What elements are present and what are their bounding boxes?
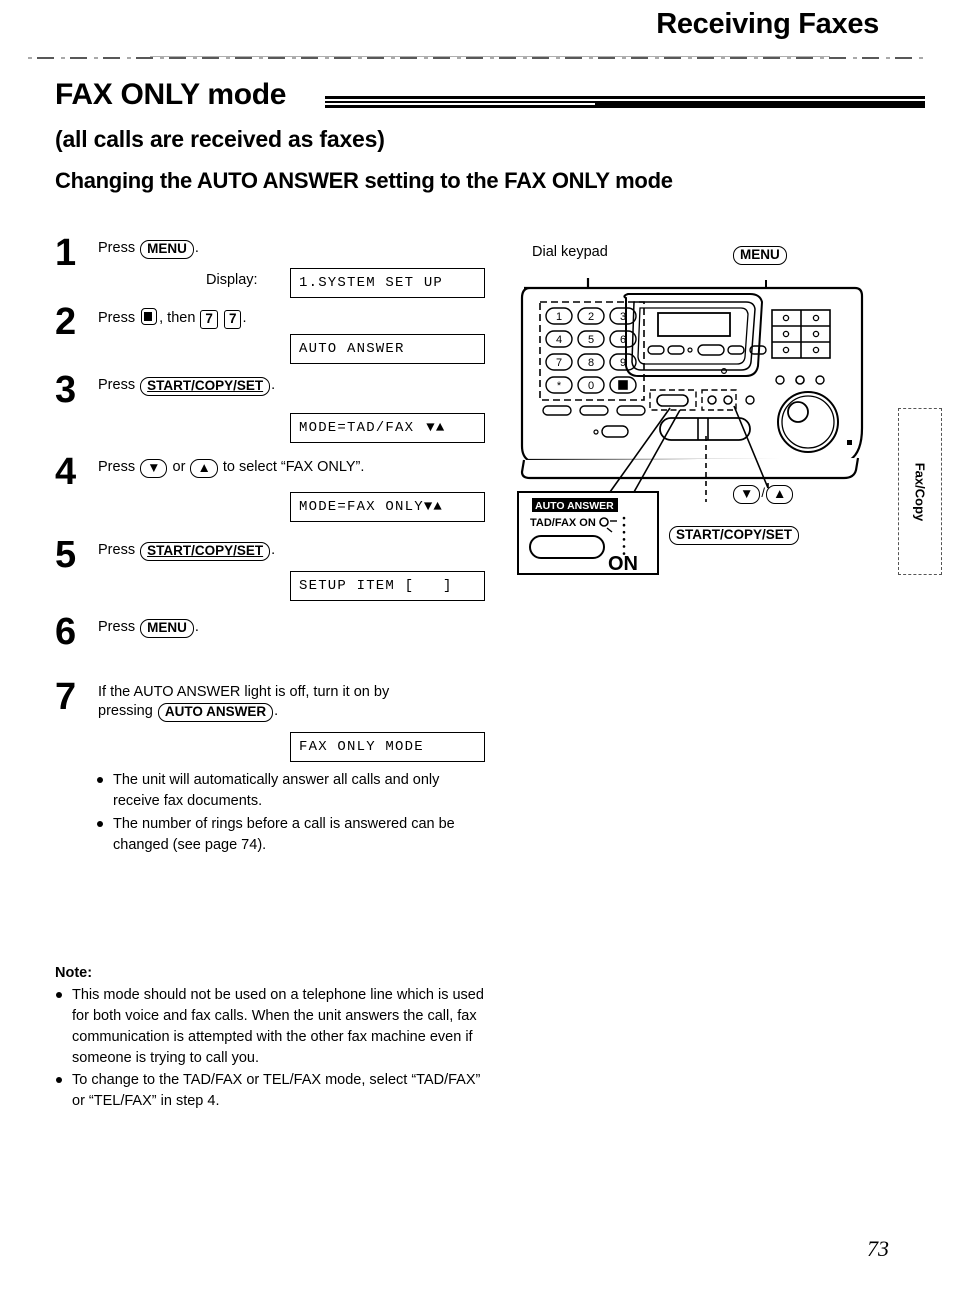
period: . — [194, 240, 199, 256]
step-instruction: If the AUTO ANSWER light is off, turn it… — [98, 683, 488, 722]
step-7-bullets: The unit will automatically answer all c… — [96, 770, 476, 858]
step-number: 5 — [55, 534, 77, 576]
press-label: Press — [98, 619, 136, 635]
step-number: 1 — [55, 232, 77, 274]
lcd-display-step-3: MODE=TAD/FAX ▼▲ — [290, 413, 485, 443]
svg-text:*: * — [557, 380, 562, 392]
step-number: 7 — [55, 676, 77, 718]
step-instruction: Press START/COPY/SET. — [98, 541, 488, 561]
svg-text:2: 2 — [588, 311, 594, 323]
lcd-arrows: ▼▲ — [423, 499, 444, 515]
select-fax-only-label: to select “FAX ONLY”. — [222, 459, 365, 475]
period: . — [242, 310, 247, 326]
svg-text:0: 0 — [588, 380, 594, 392]
auto-answer-line-1: If the AUTO ANSWER light is off, turn it… — [98, 684, 390, 700]
slash-label: / — [761, 485, 765, 500]
start-copy-set-key-callout[interactable]: START/COPY/SET — [669, 526, 800, 545]
header-divider — [28, 57, 928, 59]
pressing-label: pressing — [98, 703, 153, 719]
lcd-display-step-5: SETUP ITEM [ ] — [290, 571, 485, 601]
up-arrow-key-callout[interactable]: ▲ — [766, 485, 794, 504]
section-sub-subtitle: Changing the AUTO ANSWER setting to the … — [55, 168, 673, 193]
section-subtitle: (all calls are received as faxes) — [55, 126, 385, 152]
svg-text:1: 1 — [556, 311, 562, 323]
press-label: Press — [98, 240, 136, 256]
note-item: To change to the TAD/FAX or TEL/FAX mode… — [55, 1070, 485, 1112]
side-tab-label: Fax/Copy — [912, 462, 928, 521]
down-arrow-key-callout[interactable]: ▼ — [733, 485, 761, 504]
svg-text:4: 4 — [556, 334, 562, 346]
display-label: Display: — [206, 272, 258, 288]
period: . — [194, 619, 199, 635]
start-copy-set-key[interactable]: START/COPY/SET — [140, 377, 271, 396]
step-instruction: Press ▼ or ▲ to select “FAX ONLY”. — [98, 458, 488, 478]
menu-key[interactable]: MENU — [140, 240, 194, 259]
press-label: Press — [98, 310, 136, 326]
step-number: 3 — [55, 369, 77, 411]
lcd-arrows: ▼▲ — [426, 420, 446, 436]
period: . — [271, 542, 276, 558]
step-instruction: Press START/COPY/SET. — [98, 376, 488, 396]
down-arrow-key[interactable]: ▼ — [140, 459, 168, 478]
svg-text:AUTO ANSWER: AUTO ANSWER — [535, 500, 614, 512]
svg-text:ON: ON — [608, 553, 638, 575]
manual-page: Receiving Faxes FAX ONLY mode (all calls… — [0, 0, 954, 1300]
lcd-text: MODE=FAX ONLY — [299, 499, 424, 515]
section-title-rules — [325, 96, 925, 110]
start-copy-set-callout: START/COPY/SET — [668, 525, 800, 545]
bullet-item: The unit will automatically answer all c… — [96, 770, 476, 812]
fax-machine-diagram: 123 456 789 * 0 AUTO ANSWER TAD/FAX ON O… — [510, 240, 910, 600]
svg-text:TAD/FAX ON: TAD/FAX ON — [530, 517, 596, 529]
page-number: 73 — [867, 1236, 889, 1261]
step-instruction: Press , then 7 7. — [98, 308, 488, 329]
step-instruction: Press MENU. — [98, 618, 488, 638]
lcd-text: MODE=TAD/FAX — [299, 420, 415, 436]
dial-keypad-callout: Dial keypad — [532, 244, 608, 260]
period: . — [274, 703, 279, 719]
page-header-title: Receiving Faxes — [656, 8, 879, 40]
digit-key-7-second[interactable]: 7 — [223, 310, 242, 329]
svg-text:7: 7 — [556, 357, 562, 369]
svg-text:5: 5 — [588, 334, 594, 346]
lcd-display-step-2: AUTO ANSWER — [290, 334, 485, 364]
bullet-item: The number of rings before a call is ans… — [96, 814, 476, 856]
step-number: 6 — [55, 611, 77, 653]
updown-callout: ▼ / ▲ — [732, 485, 794, 504]
lcd-display-step-4: MODE=FAX ONLY▼▲ — [290, 492, 485, 522]
step-number: 4 — [55, 451, 77, 493]
note-item: This mode should not be used on a teleph… — [55, 985, 485, 1069]
menu-key-callout[interactable]: MENU — [733, 246, 787, 265]
start-copy-set-key[interactable]: START/COPY/SET — [140, 542, 271, 561]
lcd-display-step-7: FAX ONLY MODE — [290, 732, 485, 762]
step-instruction: Press MENU. — [98, 239, 488, 259]
header-divider-secondary — [150, 56, 830, 57]
section-title: FAX ONLY mode — [55, 78, 287, 111]
svg-text:8: 8 — [588, 357, 594, 369]
or-label: or — [172, 459, 186, 475]
press-label: Press — [98, 459, 136, 475]
period: . — [271, 377, 276, 393]
note-section: Note: This mode should not be used on a … — [55, 965, 485, 1113]
lcd-display-step-1: 1.SYSTEM SET UP — [290, 268, 485, 298]
auto-answer-key[interactable]: AUTO ANSWER — [157, 703, 274, 722]
hash-key[interactable] — [141, 308, 158, 325]
note-title: Note: — [55, 965, 93, 981]
menu-key[interactable]: MENU — [140, 619, 194, 638]
up-arrow-key[interactable]: ▲ — [190, 459, 218, 478]
step-number: 2 — [55, 301, 77, 343]
press-label: Press — [98, 542, 136, 558]
press-label: Press — [98, 377, 136, 393]
digit-key-7-first[interactable]: 7 — [200, 310, 218, 329]
then-label: , then — [159, 310, 196, 326]
menu-callout: MENU — [732, 245, 788, 265]
